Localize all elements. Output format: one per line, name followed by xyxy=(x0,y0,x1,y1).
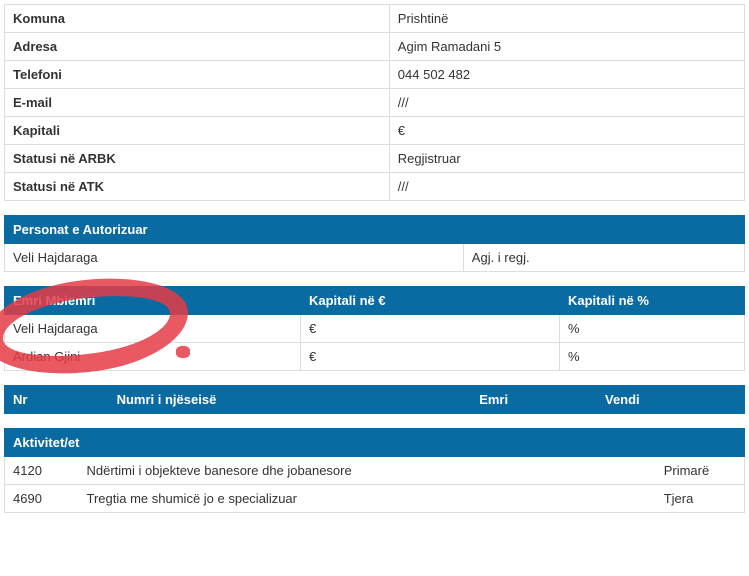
owners-table: Emri Mbiemri Kapitali në € Kapitali në %… xyxy=(4,286,745,371)
info-value: Regjistruar xyxy=(389,145,744,173)
info-value: Prishtinë xyxy=(389,5,744,33)
activities-header: Aktivitet/et xyxy=(5,429,745,457)
activity-type: Primarë xyxy=(656,457,745,485)
activity-desc: Ndërtimi i objekteve banesore dhe jobane… xyxy=(79,457,656,485)
authorized-persons-table: Personat e Autorizuar Veli Hajdaraga Agj… xyxy=(4,215,745,272)
info-label: Kapitali xyxy=(5,117,390,145)
authorized-role: Agj. i regj. xyxy=(463,244,744,272)
info-value: /// xyxy=(389,89,744,117)
info-label: E-mail xyxy=(5,89,390,117)
owner-capital-pct: % xyxy=(560,343,745,371)
owner-row: Ardian Gjini € % xyxy=(5,343,745,371)
units-header-number: Numri i njëseisë xyxy=(108,386,471,414)
owners-header-capital-pct: Kapitali në % xyxy=(560,287,745,315)
company-info-table: Komuna Prishtinë Adresa Agim Ramadani 5 … xyxy=(4,4,745,201)
info-label: Adresa xyxy=(5,33,390,61)
owner-capital-eur: € xyxy=(301,343,560,371)
info-label: Komuna xyxy=(5,5,390,33)
info-value: 044 502 482 xyxy=(389,61,744,89)
activity-type: Tjera xyxy=(656,485,745,513)
owner-name: Ardian Gjini xyxy=(5,343,301,371)
info-value: Agim Ramadani 5 xyxy=(389,33,744,61)
activity-row: 4120 Ndërtimi i objekteve banesore dhe j… xyxy=(5,457,745,485)
info-value: /// xyxy=(389,173,744,201)
activities-table: Aktivitet/et 4120 Ndërtimi i objekteve b… xyxy=(4,428,745,513)
owners-header-name: Emri Mbiemri xyxy=(5,287,301,315)
units-table: Nr Numri i njëseisë Emri Vendi xyxy=(4,385,745,414)
owner-capital-pct: % xyxy=(560,315,745,343)
info-value: € xyxy=(389,117,744,145)
owners-header-capital-eur: Kapitali në € xyxy=(301,287,560,315)
units-header-place: Vendi xyxy=(596,386,744,414)
info-label: Telefoni xyxy=(5,61,390,89)
activity-code: 4690 xyxy=(5,485,79,513)
info-label: Statusi në ATK xyxy=(5,173,390,201)
activity-code: 4120 xyxy=(5,457,79,485)
owner-row: Veli Hajdaraga € % xyxy=(5,315,745,343)
info-label: Statusi në ARBK xyxy=(5,145,390,173)
owner-capital-eur: € xyxy=(301,315,560,343)
authorized-name: Veli Hajdaraga xyxy=(5,244,464,272)
activity-row: 4690 Tregtia me shumicë jo e specializua… xyxy=(5,485,745,513)
activity-desc: Tregtia me shumicë jo e specializuar xyxy=(79,485,656,513)
units-header-nr: Nr xyxy=(5,386,109,414)
owner-name: Veli Hajdaraga xyxy=(5,315,301,343)
authorized-header: Personat e Autorizuar xyxy=(5,216,745,244)
units-header-name: Emri xyxy=(471,386,597,414)
